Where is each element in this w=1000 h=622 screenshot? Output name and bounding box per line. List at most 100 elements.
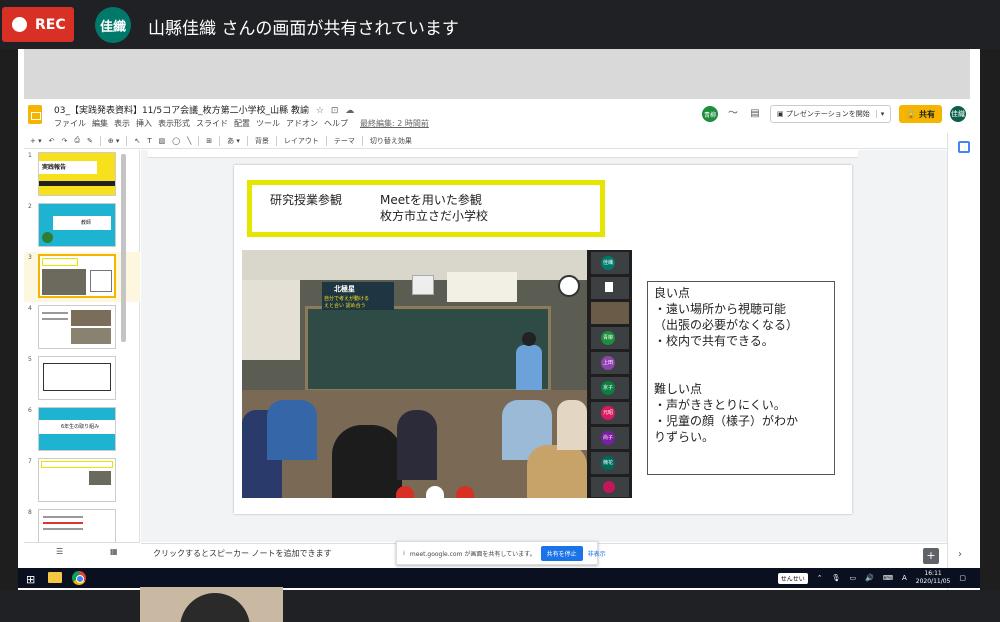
participant-tile[interactable]: 上田	[591, 352, 629, 374]
last-edit-link[interactable]: 最終編集: 2 時間前	[360, 118, 429, 129]
stop-sharing-button[interactable]: 共有を停止	[540, 545, 583, 561]
chrome-icon[interactable]	[72, 571, 86, 585]
notifications-icon[interactable]: ▢	[959, 574, 966, 582]
slide-thumbnail[interactable]	[38, 356, 116, 400]
google-slides-logo-icon[interactable]	[28, 105, 42, 124]
classroom-meet-screenshot[interactable]: 北極星 自分で考えが動ける えと合い 認め合う 佳織 青柳 上田 京子 元昭 尚…	[242, 250, 632, 498]
header-actions: 青柳 〜 ▤ ▣ プレゼンテーションを開始 ▾ 🔒 共有 佳織	[702, 105, 966, 123]
slide-thumbnail[interactable]: 教師	[38, 203, 116, 247]
filmstrip-scrollbar[interactable]	[121, 154, 126, 342]
participant-avatar: 上田	[601, 356, 615, 370]
comments-icon[interactable]: ▤	[748, 108, 762, 120]
slide-thumbnail[interactable]: 6年生の取り組み	[38, 407, 116, 451]
slides-header: 03_【実践発表資料】11/5コア会議_枚方第二小学校_山縣 教諭 ☆ ⊡ ☁ …	[24, 99, 970, 133]
move-folder-icon[interactable]: ⊡	[331, 106, 339, 116]
layout-button[interactable]: レイアウト	[284, 136, 319, 146]
participant-tile[interactable]	[591, 302, 629, 324]
menu-insert[interactable]: 挿入	[136, 118, 152, 129]
participant-tile[interactable]: 元昭	[591, 402, 629, 424]
menu-help[interactable]: ヘルプ	[324, 118, 348, 129]
tray-chevron-icon[interactable]: ⌃	[817, 574, 823, 582]
participant-tile[interactable]: 楠花	[591, 452, 629, 474]
menu-edit[interactable]: 編集	[92, 118, 108, 129]
menu-slide[interactable]: スライド	[196, 118, 228, 129]
mic-control-icon[interactable]	[396, 486, 414, 498]
share-notification-text: meet.google.com が画面を共有しています。	[409, 550, 536, 558]
cloud-status-icon[interactable]: ☁	[345, 106, 354, 116]
menu-addons[interactable]: アドオン	[286, 118, 318, 129]
ime-mode[interactable]: A	[902, 574, 907, 582]
account-avatar[interactable]: 佳織	[950, 106, 966, 122]
highlighted-title-box[interactable]: 研究授業参観 Meetを用いた参観 枚方市立さだ小学校	[247, 180, 605, 237]
select-cursor-icon[interactable]: ↖	[134, 137, 140, 145]
participant-tile[interactable]: 佳織	[591, 252, 629, 274]
network-icon[interactable]: ▭	[850, 574, 857, 582]
calendar-icon[interactable]	[958, 141, 970, 153]
filmstrip-item[interactable]: 7	[24, 456, 140, 506]
record-dot-icon	[12, 17, 27, 32]
slide-number: 4	[28, 305, 32, 312]
windows-start-icon[interactable]: ⊞	[26, 573, 35, 586]
transition-button[interactable]: 切り替え効果	[370, 136, 412, 146]
slide-number: 8	[28, 509, 32, 516]
participant-avatar: 元昭	[601, 406, 615, 420]
participant-tile[interactable]: 京子	[591, 377, 629, 399]
microphone-icon[interactable]: 🎙	[832, 574, 841, 582]
image-icon[interactable]: ▧	[159, 137, 166, 145]
difficult-point-2-cont: りずらい。	[654, 430, 715, 444]
line-icon[interactable]: ╲	[187, 137, 191, 145]
participant-tile[interactable]: 青柳	[591, 327, 629, 349]
menu-format[interactable]: 表示形式	[158, 118, 190, 129]
shared-screen: 03_【実践発表資料】11/5コア会議_枚方第二小学校_山縣 教諭 ☆ ⊡ ☁ …	[18, 49, 980, 590]
print-icon[interactable]: ⎙	[74, 136, 80, 145]
end-call-icon[interactable]	[426, 486, 444, 498]
filmstrip-item[interactable]: 6 6年生の取り組み	[24, 405, 140, 455]
slide-3[interactable]: 研究授業参観 Meetを用いた参観 枚方市立さだ小学校 北極星 自分で考えが動け…	[234, 165, 852, 514]
start-presentation-button[interactable]: ▣ プレゼンテーションを開始 ▾	[770, 105, 892, 123]
participant-tile[interactable]	[591, 477, 629, 497]
background-button[interactable]: 背景	[255, 136, 269, 146]
drag-handle-icon[interactable]: ⁞	[403, 550, 405, 557]
chevron-down-icon[interactable]: ▾	[875, 110, 884, 118]
collaborator-avatar[interactable]: 青柳	[702, 106, 719, 122]
shape-icon[interactable]: ◯	[172, 137, 180, 145]
self-view-tile[interactable]	[140, 587, 283, 622]
undo-icon[interactable]: ↶	[49, 137, 55, 145]
volume-icon[interactable]: 🔊	[865, 574, 874, 582]
participant-tile[interactable]	[591, 277, 629, 299]
menu-bar: ファイル 編集 表示 挿入 表示形式 スライド 配置 ツール アドオン ヘルプ …	[54, 118, 429, 129]
chevron-right-icon[interactable]: ›	[958, 549, 962, 560]
evaluation-text-box[interactable]: 良い点 ・遠い場所から視聴可能 （出張の必要がなくなる） ・校内で共有できる。 …	[647, 281, 835, 475]
explore-add-icon[interactable]: +	[923, 548, 939, 564]
zoom-icon[interactable]: ⊕ ▾	[108, 137, 120, 145]
slide-thumbnail[interactable]	[38, 458, 116, 502]
star-icon[interactable]: ☆	[316, 106, 324, 116]
activity-trend-icon[interactable]: 〜	[726, 108, 740, 120]
keyboard-icon[interactable]: ⌨	[883, 574, 893, 582]
hide-notification-button[interactable]: 非表示	[588, 549, 606, 558]
camera-control-icon[interactable]	[456, 486, 474, 498]
paint-format-icon[interactable]: ✎	[87, 137, 93, 145]
menu-file[interactable]: ファイル	[54, 118, 86, 129]
ime-indicator[interactable]: せんせい	[777, 572, 808, 584]
document-title[interactable]: 03_【実践発表資料】11/5コア会議_枚方第二小学校_山縣 教諭	[54, 106, 309, 116]
participant-tile[interactable]: 尚子	[591, 427, 629, 449]
slide-thumbnail[interactable]	[38, 254, 116, 298]
menu-tools[interactable]: ツール	[256, 118, 280, 129]
redo-icon[interactable]: ↷	[61, 137, 67, 145]
input-tools-icon[interactable]: あ ▾	[227, 136, 240, 146]
filmstrip-item[interactable]: 5	[24, 354, 140, 404]
grid-view-icon[interactable]: ▦	[110, 547, 118, 556]
share-button[interactable]: 🔒 共有	[899, 105, 942, 123]
file-explorer-icon[interactable]	[48, 572, 62, 583]
menu-view[interactable]: 表示	[114, 118, 130, 129]
clock[interactable]: 16:11 2020/11/05	[916, 570, 951, 586]
comment-add-icon[interactable]: ⊞	[206, 137, 212, 145]
menu-arrange[interactable]: 配置	[234, 118, 250, 129]
new-slide-icon[interactable]: + ▾	[30, 137, 42, 145]
slide-thumbnail[interactable]: 実践報告	[38, 152, 116, 196]
text-box-icon[interactable]: T	[147, 137, 151, 145]
theme-button[interactable]: テーマ	[334, 136, 355, 146]
filmstrip-view-icon[interactable]: ☰	[56, 547, 63, 556]
slide-thumbnail[interactable]	[38, 305, 116, 349]
